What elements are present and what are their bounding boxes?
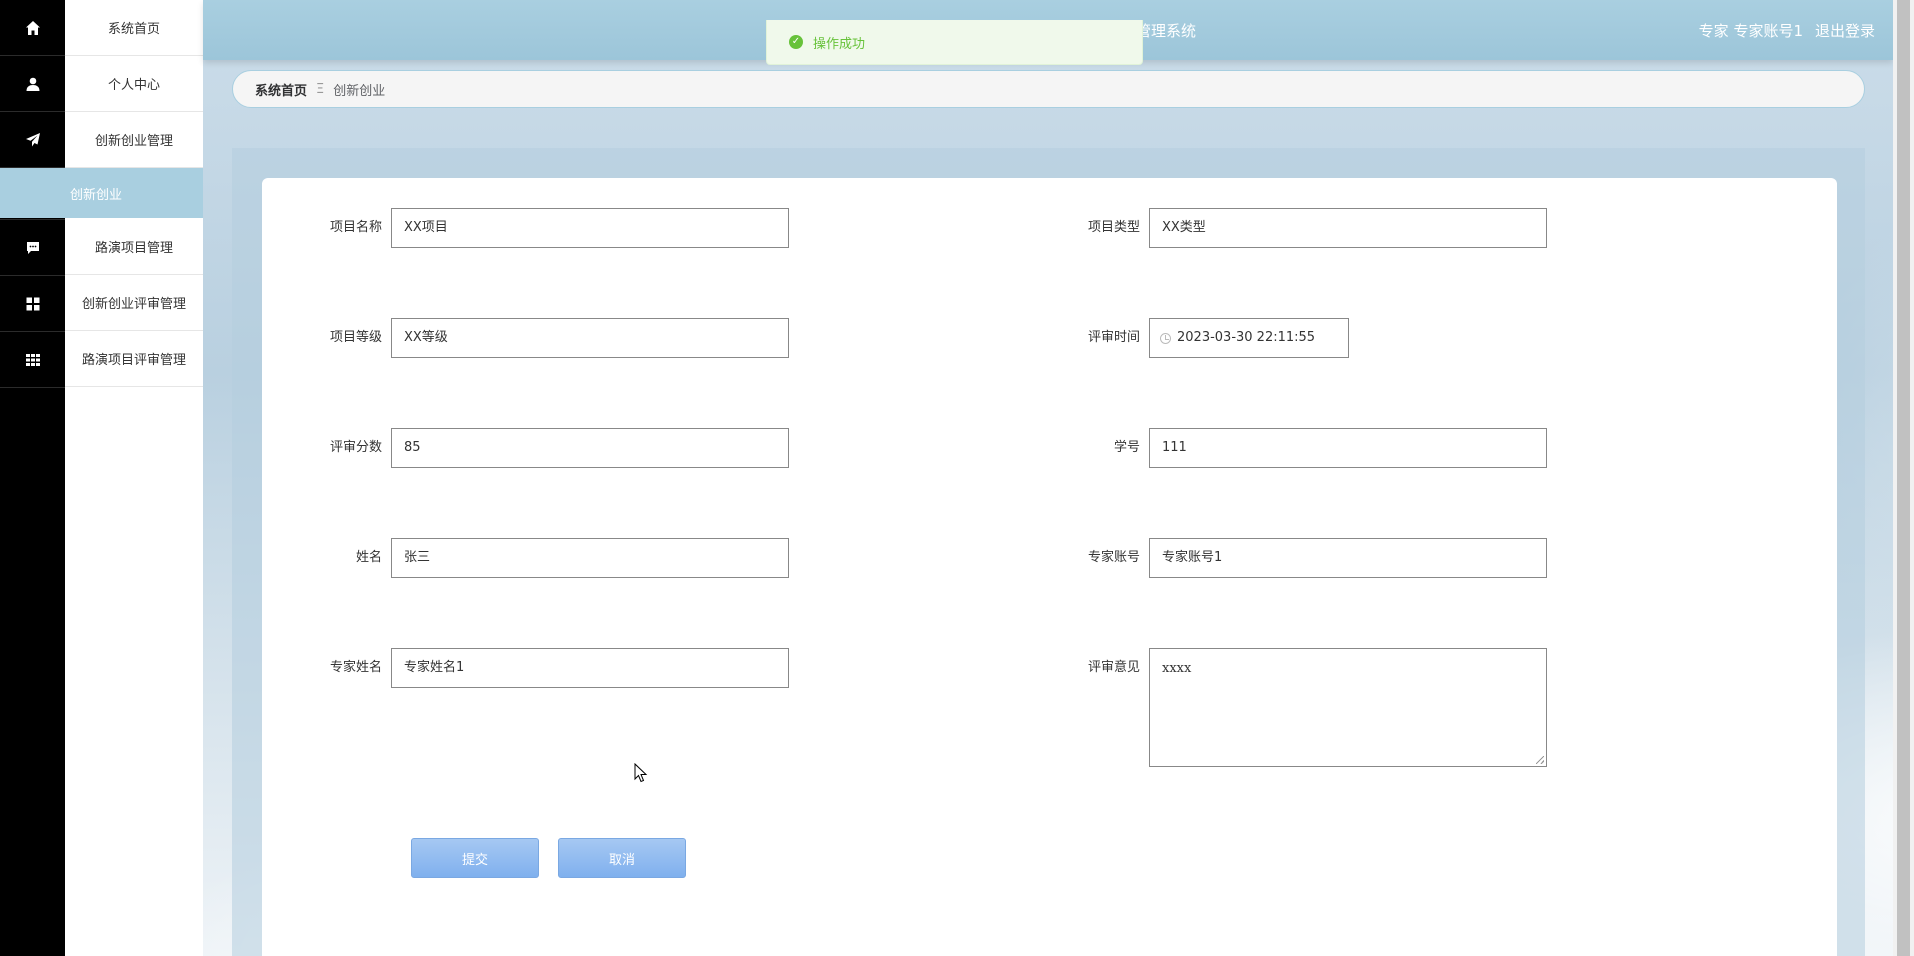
cancel-button[interactable]: 取消 bbox=[558, 838, 686, 878]
label-project-name: 项目名称 bbox=[329, 220, 382, 235]
sidebar-item-roadshow-review[interactable]: 路演项目评审管理 bbox=[65, 331, 203, 387]
review-score-input[interactable]: 85 bbox=[391, 428, 789, 468]
header-user-area: 专家 专家账号1 退出登录 bbox=[1699, 20, 1875, 41]
sidebar-item-roadshow-management[interactable]: 路演项目管理 bbox=[65, 219, 203, 275]
toast-message: 操作成功 bbox=[813, 36, 866, 52]
table-icon bbox=[25, 353, 40, 366]
clock-icon bbox=[1160, 332, 1171, 344]
label-review-score: 评审分数 bbox=[329, 440, 382, 455]
logout-link[interactable]: 退出登录 bbox=[1815, 20, 1875, 41]
sidebar-item-innovation-management[interactable]: 创新创业管理 bbox=[65, 112, 203, 168]
success-toast: ✓ 操作成功 bbox=[766, 20, 1143, 65]
label-review-comment: 评审意见 bbox=[1087, 660, 1140, 675]
field-review-time: 评审时间 2023-03-30 22:11:55 bbox=[1069, 318, 1349, 358]
review-time-value: 2023-03-30 22:11:55 bbox=[1177, 330, 1316, 345]
paper-plane-icon bbox=[25, 132, 40, 146]
project-level-input[interactable]: XX等级 bbox=[391, 318, 789, 358]
user-icon bbox=[26, 77, 39, 91]
label-expert-name: 专家姓名 bbox=[329, 660, 382, 675]
sidebar-icon-chat[interactable] bbox=[0, 220, 65, 276]
label-project-type: 项目类型 bbox=[1087, 220, 1140, 235]
page-scrollbar[interactable] bbox=[1893, 0, 1914, 956]
student-id-input[interactable]: 111 bbox=[1149, 428, 1547, 468]
breadcrumb-separator: Ξ bbox=[316, 81, 325, 97]
project-type-input[interactable]: XX类型 bbox=[1149, 208, 1547, 248]
sidebar-item-innovation-review[interactable]: 创新创业评审管理 bbox=[65, 275, 203, 331]
field-student-id: 学号 111 bbox=[1069, 428, 1547, 468]
user-role: 专家 bbox=[1698, 22, 1729, 40]
review-time-input[interactable]: 2023-03-30 22:11:55 bbox=[1149, 318, 1349, 358]
sidebar-item-profile[interactable]: 个人中心 bbox=[65, 56, 203, 112]
field-name: 姓名 张三 bbox=[311, 538, 789, 578]
sidebar-icon-table[interactable] bbox=[0, 332, 65, 388]
field-project-type: 项目类型 XX类型 bbox=[1069, 208, 1547, 248]
label-student-id: 学号 bbox=[1113, 440, 1140, 455]
label-name: 姓名 bbox=[355, 550, 382, 565]
user-account: 专家账号1 bbox=[1733, 22, 1803, 40]
review-form-panel: 项目名称 XX项目 项目等级 XX等级 评审分数 85 姓名 张三 专家姓名 专… bbox=[262, 178, 1837, 956]
project-name-input[interactable]: XX项目 bbox=[391, 208, 789, 248]
sidebar-icon-home[interactable] bbox=[0, 0, 65, 56]
scrollbar-thumb[interactable] bbox=[1897, 0, 1910, 956]
field-expert-name: 专家姓名 专家姓名1 bbox=[311, 648, 789, 688]
grid-icon bbox=[26, 297, 39, 310]
sidebar-menu: 系统首页 个人中心 创新创业管理 路演项目管理 创新创业评审管理 路演项目评审管… bbox=[65, 0, 203, 956]
label-review-time: 评审时间 bbox=[1087, 330, 1140, 345]
name-input[interactable]: 张三 bbox=[391, 538, 789, 578]
sidebar-subitem-innovation[interactable]: 创新创业 bbox=[0, 168, 203, 218]
expert-account-input[interactable]: 专家账号1 bbox=[1149, 538, 1547, 578]
expert-name-input[interactable]: 专家姓名1 bbox=[391, 648, 789, 688]
field-project-name: 项目名称 XX项目 bbox=[311, 208, 789, 248]
breadcrumb: 系统首页 Ξ 创新创业 bbox=[232, 70, 1865, 108]
label-project-level: 项目等级 bbox=[329, 330, 382, 345]
sidebar-icon-grid[interactable] bbox=[0, 276, 65, 332]
review-comment-value: xxxx bbox=[1162, 661, 1192, 676]
field-review-comment: 评审意见 xxxx bbox=[1069, 648, 1547, 767]
label-expert-account: 专家账号 bbox=[1087, 550, 1140, 565]
field-expert-account: 专家账号 专家账号1 bbox=[1069, 538, 1547, 578]
sidebar-icon-plane[interactable] bbox=[0, 112, 65, 168]
field-project-level: 项目等级 XX等级 bbox=[311, 318, 789, 358]
chat-icon bbox=[26, 241, 39, 254]
breadcrumb-home[interactable]: 系统首页 bbox=[255, 80, 307, 99]
check-circle-icon: ✓ bbox=[789, 35, 803, 49]
app-title: 管理系统 bbox=[1136, 22, 1197, 40]
breadcrumb-current: 创新创业 bbox=[333, 83, 386, 99]
sidebar-icon-user[interactable] bbox=[0, 56, 65, 112]
home-icon bbox=[25, 20, 40, 35]
field-review-score: 评审分数 85 bbox=[311, 428, 789, 468]
sidebar-icon-rail bbox=[0, 0, 65, 956]
mouse-cursor-icon bbox=[634, 763, 648, 783]
submit-button[interactable]: 提交 bbox=[411, 838, 539, 878]
resize-handle-icon[interactable] bbox=[1536, 756, 1544, 764]
user-info: 专家 专家账号1 bbox=[1699, 20, 1803, 41]
sidebar-item-home[interactable]: 系统首页 bbox=[65, 0, 203, 56]
review-comment-textarea[interactable]: xxxx bbox=[1149, 648, 1547, 767]
